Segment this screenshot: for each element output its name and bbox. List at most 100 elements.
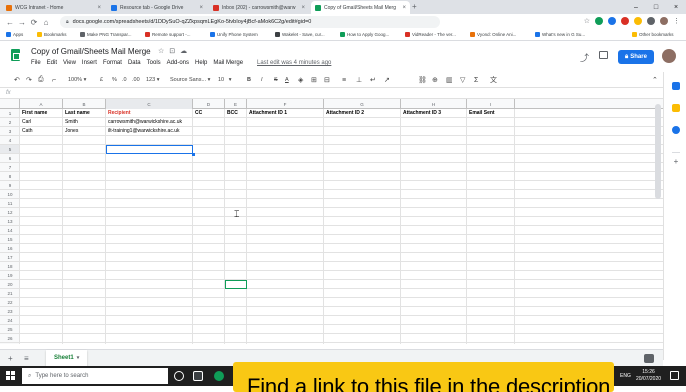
extension-icon[interactable]: [595, 17, 603, 25]
row-header[interactable]: 25: [0, 325, 20, 334]
browser-tab-sheet[interactable]: Copy of Gmail/Sheets Mail Merg ×: [311, 1, 410, 14]
close-tab-icon[interactable]: ×: [301, 5, 305, 11]
undo-icon[interactable]: ↶: [14, 75, 20, 85]
move-folder-icon[interactable]: ⊡: [169, 47, 175, 55]
merge-cells-icon[interactable]: ⊟: [324, 75, 330, 85]
language-indicator[interactable]: ENG: [620, 373, 631, 379]
forward-icon[interactable]: →: [16, 18, 28, 27]
data-cell[interactable]: Jones: [63, 127, 106, 136]
menu-mail-merge[interactable]: Mail Merge: [213, 60, 243, 66]
reload-icon[interactable]: ⟳: [28, 18, 40, 27]
row-header[interactable]: 3: [0, 127, 20, 136]
currency-format-button[interactable]: £: [100, 75, 103, 85]
header-cell[interactable]: Attachment ID 3: [401, 109, 467, 118]
paint-format-icon[interactable]: ⌐: [52, 75, 56, 85]
browser-tab-drive[interactable]: Resource tab - Google Drive ×: [107, 1, 207, 14]
browser-tab-inbox[interactable]: Inbox (202) - carrowsmith@warw ×: [209, 1, 309, 14]
column-header-i[interactable]: I: [467, 99, 515, 109]
filter-icon[interactable]: ▽: [460, 75, 465, 85]
formula-bar[interactable]: fx: [0, 88, 686, 99]
profile-avatar[interactable]: [660, 17, 668, 25]
data-cell[interactable]: Carl: [20, 118, 63, 127]
bookmark-howto[interactable]: How to Apply Goog...: [340, 32, 389, 37]
doc-title[interactable]: Copy of Gmail/Sheets Mail Merge: [31, 47, 151, 56]
fill-color-icon[interactable]: ◈: [298, 75, 303, 85]
keep-icon[interactable]: [672, 104, 680, 112]
header-cell[interactable]: First name: [20, 109, 63, 118]
row-header[interactable]: 23: [0, 307, 20, 316]
increase-decimal-button[interactable]: .00: [132, 75, 140, 85]
row-header[interactable]: 1: [0, 109, 20, 118]
chrome-icon[interactable]: [214, 371, 224, 381]
new-tab-button[interactable]: +: [412, 2, 417, 11]
bookmark-gsuite[interactable]: What's new in G Su...: [535, 32, 585, 37]
task-view-icon[interactable]: [193, 371, 203, 381]
header-cell[interactable]: Email Sent: [467, 109, 515, 118]
row-header[interactable]: 26: [0, 334, 20, 343]
close-tab-icon[interactable]: ×: [402, 5, 406, 11]
menu-addons[interactable]: Add-ons: [167, 60, 189, 66]
sheets-logo-icon[interactable]: [11, 49, 20, 61]
bookmark-vidreader[interactable]: VidReader - The ver...: [405, 32, 456, 37]
row-header[interactable]: 13: [0, 217, 20, 226]
functions-icon[interactable]: Σ: [474, 75, 478, 85]
column-header-a[interactable]: A: [20, 99, 63, 109]
add-addon-icon[interactable]: +: [672, 158, 680, 166]
row-header[interactable]: 7: [0, 163, 20, 172]
menu-edit[interactable]: Edit: [47, 60, 57, 66]
windows-start-icon[interactable]: [6, 371, 16, 381]
add-sheet-icon[interactable]: +: [8, 354, 13, 363]
menu-data[interactable]: Data: [128, 60, 141, 66]
row-header[interactable]: 5: [0, 145, 20, 154]
row-header[interactable]: 2: [0, 118, 20, 127]
extension-icon[interactable]: [621, 17, 629, 25]
data-cell[interactable]: Smith: [63, 118, 106, 127]
spreadsheet-grid[interactable]: A B C D E F G H I 1 2 3 4 5 6 7 8 9 10 11 12 13 14 15 1…: [0, 99, 663, 344]
row-header[interactable]: 15: [0, 235, 20, 244]
column-header-f[interactable]: F: [247, 99, 324, 109]
star-icon[interactable]: ☆: [158, 47, 164, 55]
row-header[interactable]: 21: [0, 289, 20, 298]
row-header[interactable]: 9: [0, 181, 20, 190]
zoom-select[interactable]: 100% ▾: [68, 75, 86, 85]
row-header[interactable]: 17: [0, 253, 20, 262]
data-cell[interactable]: carrowsmith@warwickshire.ac.uk: [106, 118, 193, 127]
user-avatar[interactable]: [662, 49, 676, 63]
row-header[interactable]: 19: [0, 271, 20, 280]
notifications-icon[interactable]: [670, 371, 679, 380]
menu-help[interactable]: Help: [195, 60, 207, 66]
redo-icon[interactable]: ↷: [26, 75, 32, 85]
row-header[interactable]: 8: [0, 172, 20, 181]
language-icon[interactable]: 文: [490, 75, 497, 85]
cortana-icon[interactable]: [174, 371, 184, 381]
select-all-corner[interactable]: [0, 99, 20, 109]
bold-button[interactable]: B: [247, 75, 251, 85]
align-left-icon[interactable]: ≡: [342, 75, 346, 85]
text-wrap-icon[interactable]: ↵: [370, 75, 376, 85]
extension-icon[interactable]: [647, 17, 655, 25]
header-cell[interactable]: CC: [193, 109, 225, 118]
row-header[interactable]: 16: [0, 244, 20, 253]
column-header-b[interactable]: B: [63, 99, 106, 109]
bookmark-remote[interactable]: Remote support -...: [145, 32, 191, 37]
activity-trend-icon[interactable]: ⤴: [580, 51, 589, 64]
insert-comment-icon[interactable]: ⊕: [432, 75, 438, 85]
bookmark-apps[interactable]: Apps: [6, 32, 23, 37]
row-header[interactable]: 12: [0, 208, 20, 217]
menu-format[interactable]: Format: [103, 60, 122, 66]
row-header[interactable]: 22: [0, 298, 20, 307]
home-icon[interactable]: ⌂: [40, 18, 52, 27]
italic-button[interactable]: I: [261, 75, 263, 85]
extension-icon[interactable]: [634, 17, 642, 25]
cloud-icon[interactable]: ☁: [180, 47, 187, 55]
row-header[interactable]: 4: [0, 136, 20, 145]
maximize-icon[interactable]: □: [646, 0, 666, 14]
vertical-scrollbar[interactable]: [655, 104, 661, 199]
row-header[interactable]: 14: [0, 226, 20, 235]
bookmark-vyond[interactable]: Vyond: Online Ani...: [470, 32, 516, 37]
insert-chart-icon[interactable]: ▥: [446, 75, 453, 85]
font-select[interactable]: Source Sans... ▾: [170, 75, 210, 85]
column-header-c[interactable]: C: [106, 99, 193, 109]
last-edit-link[interactable]: Last edit was 4 minutes ago: [257, 60, 331, 66]
row-header[interactable]: 11: [0, 199, 20, 208]
